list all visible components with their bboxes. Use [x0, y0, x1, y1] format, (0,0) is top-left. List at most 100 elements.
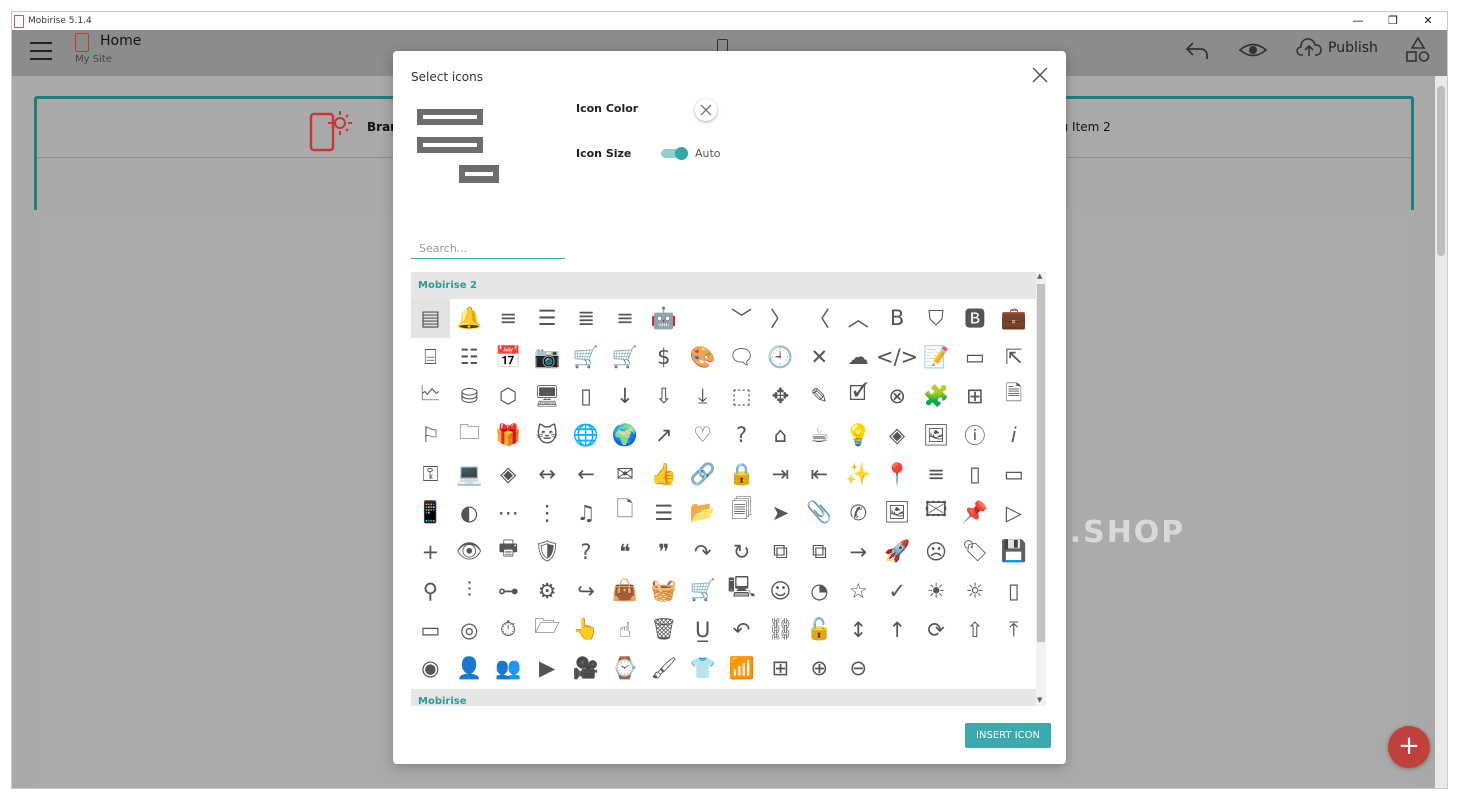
bookmark-icon[interactable]: ⛉: [917, 299, 956, 338]
numbered-list-icon[interactable]: ☰: [644, 493, 683, 532]
open-folder-icon[interactable]: 📂: [683, 493, 722, 532]
tablet-landscape-icon[interactable]: ▭: [411, 610, 450, 649]
video-camera-icon[interactable]: 🎥: [567, 649, 606, 688]
lock-icon[interactable]: 🔒: [722, 455, 761, 494]
bold-icon[interactable]: B: [878, 299, 917, 338]
zoom-in-icon[interactable]: ⊕: [800, 649, 839, 688]
cart-add-icon[interactable]: 🛒: [567, 338, 606, 377]
shopping-bag-icon[interactable]: 👜: [605, 571, 644, 610]
shopping-basket-icon[interactable]: 🧺: [644, 571, 683, 610]
logout-icon[interactable]: ⇤: [800, 455, 839, 494]
insert-icon-button[interactable]: INSERT ICON: [965, 723, 1051, 748]
music-icon[interactable]: ♫: [567, 493, 606, 532]
user-icon[interactable]: 👤: [450, 649, 489, 688]
sun-2-icon[interactable]: ☼: [955, 571, 994, 610]
drag-n-drop-icon[interactable]: ⬚: [722, 377, 761, 416]
timer-icon[interactable]: ⏱: [489, 610, 528, 649]
quote-right-icon[interactable]: ❞: [644, 532, 683, 571]
menu-icon[interactable]: ≡: [917, 455, 956, 494]
image-gallery-icon[interactable]: ◈: [878, 416, 917, 455]
shopping-cart-icon[interactable]: 🛒: [683, 571, 722, 610]
protect-icon[interactable]: 🛡: [528, 532, 567, 571]
setting-icon[interactable]: ⚙: [528, 571, 567, 610]
print-icon[interactable]: 🖶: [489, 532, 528, 571]
paint-brush-icon[interactable]: 🖌: [644, 649, 683, 688]
wifi-icon[interactable]: 📶: [722, 649, 761, 688]
search-icon[interactable]: ⚲: [411, 571, 450, 610]
letter-icon[interactable]: ✉: [605, 455, 644, 494]
more-vertical-icon[interactable]: ⋮: [528, 493, 567, 532]
align-left-text-icon[interactable]: ≣: [567, 299, 606, 338]
share-icon[interactable]: ↪: [567, 571, 606, 610]
align-right-icon[interactable]: ≡: [605, 299, 644, 338]
sad-face-icon[interactable]: ☹: [917, 532, 956, 571]
left-right-icon[interactable]: ↔: [528, 455, 567, 494]
target-icon[interactable]: ◎: [450, 610, 489, 649]
map-pin-icon[interactable]: 📍: [878, 455, 917, 494]
link-icon[interactable]: 🔗: [683, 455, 722, 494]
close-icon[interactable]: ✕: [800, 338, 839, 377]
refresh-icon[interactable]: ↻: [722, 532, 761, 571]
star-icon[interactable]: ☆: [839, 571, 878, 610]
login-icon[interactable]: ⇥: [761, 455, 800, 494]
camera-icon[interactable]: 📷: [528, 338, 567, 377]
video-icon[interactable]: ▶: [528, 649, 567, 688]
growing-chart-icon[interactable]: ↗: [644, 416, 683, 455]
browse-icon[interactable]: ⌸: [411, 338, 450, 377]
responsive-icon[interactable]: ⧉: [761, 532, 800, 571]
chevron-left-icon[interactable]: 〈: [800, 299, 839, 338]
layers-icon[interactable]: ◈: [489, 455, 528, 494]
edit-icon[interactable]: ✎: [800, 377, 839, 416]
publish-button[interactable]: Publish: [1296, 34, 1378, 62]
extension-icon[interactable]: 🧩: [917, 377, 956, 416]
t-shirt-icon[interactable]: 👕: [683, 649, 722, 688]
image-slider-icon[interactable]: 🖼: [917, 416, 956, 455]
windows-icon[interactable]: ⊞: [761, 649, 800, 688]
responsive-2-icon[interactable]: ⧉: [800, 532, 839, 571]
photo-icon[interactable]: 🖼: [878, 493, 917, 532]
arrow-down-icon[interactable]: ↓: [605, 377, 644, 416]
minimize-button[interactable]: —: [1341, 12, 1375, 30]
undo-icon[interactable]: ↶: [722, 610, 761, 649]
chat-icon[interactable]: 🗨: [722, 338, 761, 377]
chevron-down-icon[interactable]: ﹀: [722, 299, 761, 338]
add-block-button[interactable]: +: [1388, 726, 1430, 768]
mobile-landscape-icon[interactable]: ▭: [994, 455, 1033, 494]
watch-icon[interactable]: ⌚: [605, 649, 644, 688]
database-icon[interactable]: ⛁: [450, 377, 489, 416]
heart-icon[interactable]: ♡: [683, 416, 722, 455]
chevron-right-icon[interactable]: 〉: [761, 299, 800, 338]
pages-icon[interactable]: 🗐: [722, 493, 761, 532]
desktop-icon[interactable]: 🖥: [528, 377, 567, 416]
upload-cloud-icon[interactable]: ⇧: [955, 610, 994, 649]
dialog-close-icon[interactable]: [1030, 65, 1050, 85]
icon-color-picker[interactable]: [695, 99, 717, 121]
delivery-icon[interactable]: ⬡: [489, 377, 528, 416]
clock-icon[interactable]: 🕘: [761, 338, 800, 377]
align-justify-icon[interactable]: ☰: [528, 299, 567, 338]
sliders-icon[interactable]: ⫶: [450, 571, 489, 610]
mobile-portrait-icon[interactable]: ▯: [955, 455, 994, 494]
touch-icon[interactable]: 🗁: [528, 610, 567, 649]
cust-feedback-icon[interactable]: 🗠: [411, 377, 450, 416]
unlock-icon[interactable]: 🔓: [800, 610, 839, 649]
blocks-shapes-icon[interactable]: [1404, 36, 1432, 64]
success-icon[interactable]: ✓: [878, 571, 917, 610]
speed-icon[interactable]: ◔: [800, 571, 839, 610]
page-title[interactable]: Home: [100, 33, 141, 49]
sliders-2-icon[interactable]: ⊶: [489, 571, 528, 610]
cart-full-icon[interactable]: 🛒: [605, 338, 644, 377]
idea-icon[interactable]: 💡: [839, 416, 878, 455]
sale-icon[interactable]: 🏷: [955, 532, 994, 571]
download-icon[interactable]: ⤓: [683, 377, 722, 416]
touch-swipe-icon[interactable]: 👆: [567, 610, 606, 649]
up-down-icon[interactable]: ↕: [839, 610, 878, 649]
maximize-button[interactable]: ❐: [1376, 12, 1410, 30]
cash-icon[interactable]: $: [644, 338, 683, 377]
chevron-up-icon[interactable]: ︿: [839, 299, 878, 338]
code-icon[interactable]: </>: [876, 338, 918, 377]
file-icon[interactable]: 🗎: [994, 377, 1033, 416]
help-icon[interactable]: ?: [722, 416, 761, 455]
paper-plane-icon[interactable]: ➤: [761, 493, 800, 532]
arrow-left-icon[interactable]: ←: [567, 455, 606, 494]
